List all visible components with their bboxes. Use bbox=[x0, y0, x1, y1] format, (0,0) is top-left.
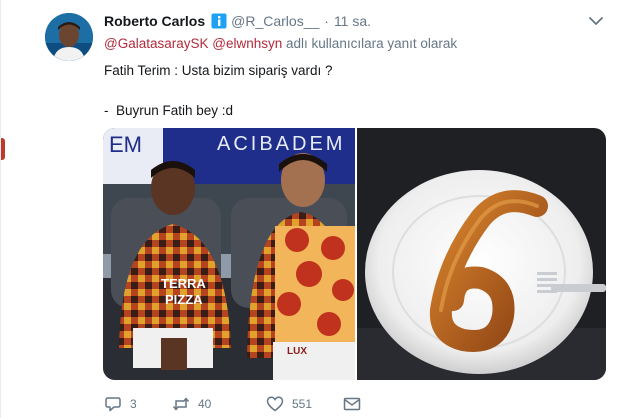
reply-context-label: adlı kullanıcılara yanıt olarak bbox=[286, 36, 458, 51]
heart-icon bbox=[266, 396, 284, 412]
jersey-text-bottom: LUX bbox=[287, 346, 307, 357]
reply-icon bbox=[105, 397, 121, 412]
mention-elwnhsyn[interactable]: @elwnhsyn bbox=[212, 36, 282, 51]
verified-badge-icon bbox=[211, 13, 227, 29]
envelope-icon bbox=[343, 397, 361, 411]
tweet-actions: 3 40 551 bbox=[104, 394, 361, 414]
tweet-text: Fatih Terim : Usta bizim sipariş vardı ?… bbox=[104, 63, 333, 118]
avatar[interactable] bbox=[45, 13, 93, 61]
tweet-header: Roberto Carlos @R_Carlos__ · 11 sa. bbox=[104, 11, 371, 31]
reply-count: 3 bbox=[130, 397, 137, 411]
banner-text-left: EM bbox=[109, 132, 142, 157]
retweet-count: 40 bbox=[198, 397, 212, 411]
reply-button[interactable]: 3 bbox=[104, 395, 172, 413]
banner-text-right: ACIBADEM bbox=[217, 133, 345, 155]
like-count: 551 bbox=[292, 397, 313, 411]
tweet-card[interactable]: Roberto Carlos @R_Carlos__ · 11 sa. @Gal… bbox=[0, 0, 639, 418]
separator-dot: · bbox=[324, 13, 329, 29]
retweet-icon bbox=[172, 397, 190, 411]
mention-galatasaray[interactable]: @GalatasaraySK bbox=[104, 36, 209, 51]
tweet-timestamp[interactable]: 11 sa. bbox=[334, 13, 371, 29]
jersey-text-line1: TERRA bbox=[161, 276, 206, 291]
jersey-text-line2: PIZZA bbox=[165, 292, 203, 307]
retweet-button[interactable]: 40 bbox=[172, 395, 266, 413]
author-name[interactable]: Roberto Carlos bbox=[104, 13, 205, 29]
edge-indicator bbox=[1, 138, 5, 160]
tweet-media[interactable]: EM ACIBADEM TERRA PIZZA LUX bbox=[103, 128, 606, 380]
author-handle[interactable]: @R_Carlos__ bbox=[231, 13, 319, 29]
like-button[interactable]: 551 bbox=[266, 395, 343, 413]
reply-context: @GalatasaraySK @elwnhsyn adlı kullanıcıl… bbox=[104, 36, 457, 51]
photo-churro-plate bbox=[357, 128, 606, 380]
chevron-down-icon[interactable] bbox=[587, 14, 605, 28]
photo-players: EM ACIBADEM TERRA PIZZA LUX bbox=[103, 128, 355, 380]
direct-message-button[interactable] bbox=[343, 395, 361, 413]
